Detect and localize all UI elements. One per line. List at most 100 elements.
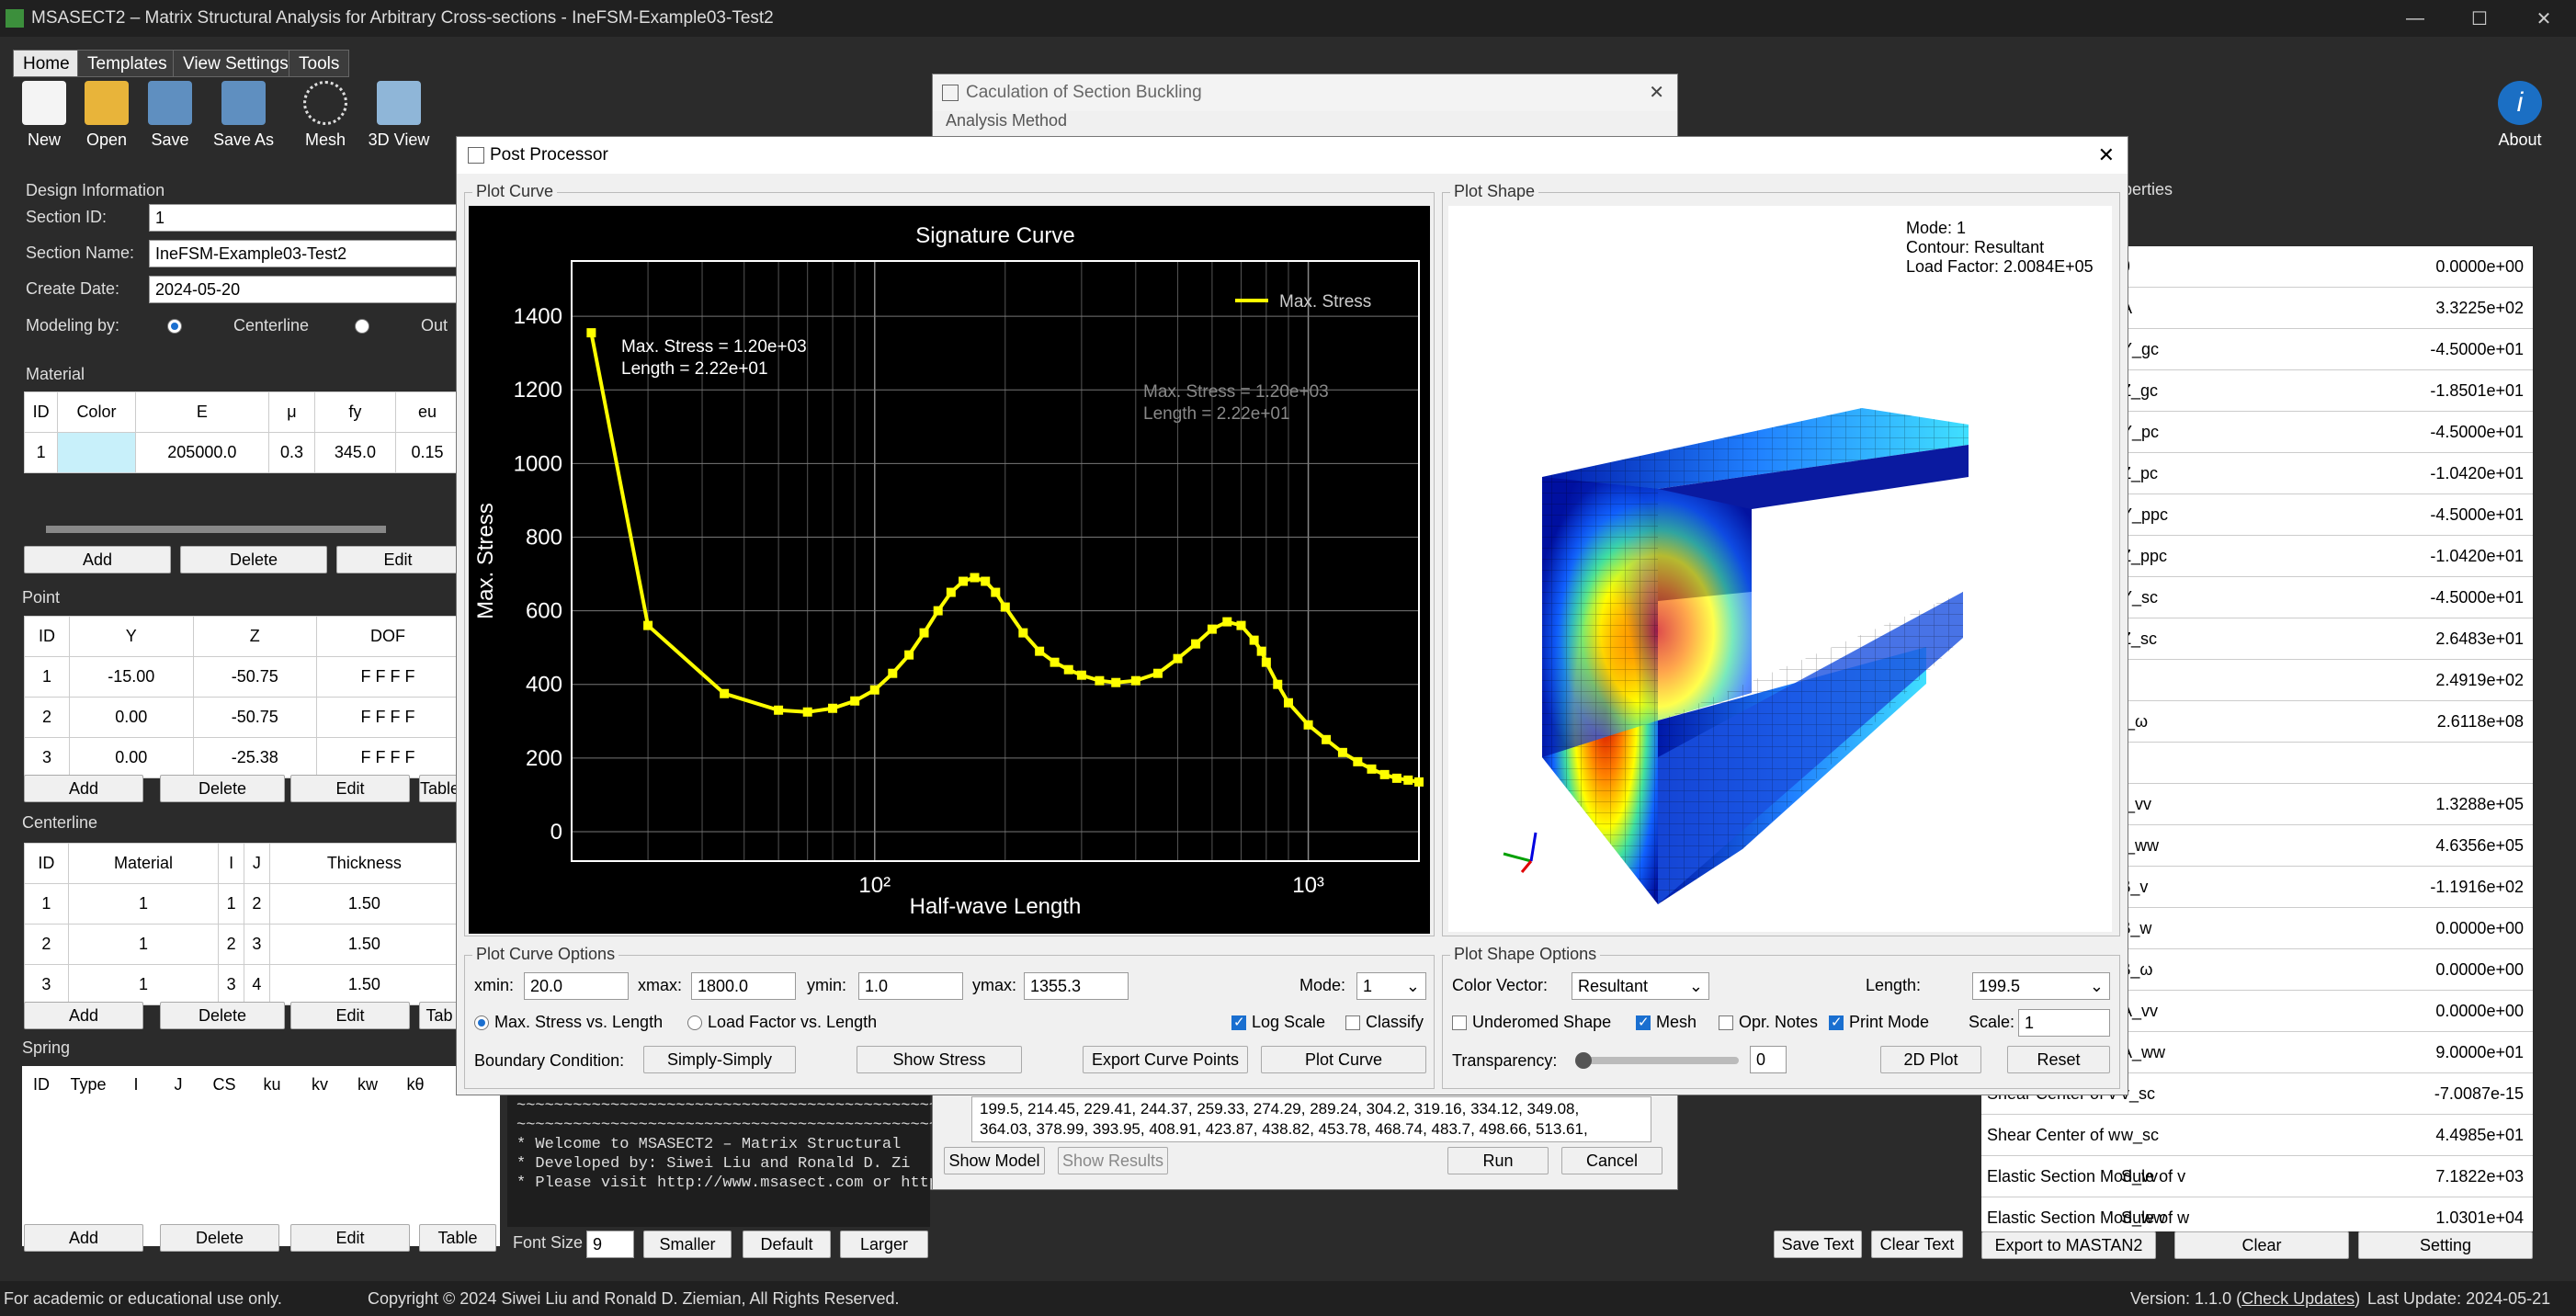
- classify-checkbox[interactable]: Classify: [1345, 1013, 1424, 1032]
- shape-options-title: Plot Shape Options: [1450, 945, 1601, 964]
- centerline-edit-button[interactable]: Edit: [290, 1002, 410, 1029]
- reset-button[interactable]: Reset: [2007, 1046, 2110, 1073]
- table-row[interactable]: 3 1 3 4 1.50: [24, 964, 460, 1005]
- close-icon[interactable]: ✕: [1649, 74, 1664, 111]
- axis-z: [1529, 832, 1538, 862]
- transparency-slider[interactable]: [1575, 1052, 1739, 1069]
- spring-edit-button[interactable]: Edit: [290, 1224, 410, 1252]
- create-date-field[interactable]: 2024-05-20: [149, 276, 460, 303]
- default-button[interactable]: Default: [743, 1231, 831, 1258]
- mode-select[interactable]: 1 ⌄: [1356, 972, 1426, 1000]
- section-id-field[interactable]: 1: [149, 204, 460, 232]
- font-size-field[interactable]: 9: [586, 1231, 634, 1258]
- mesh-button[interactable]: Mesh: [289, 81, 362, 150]
- centerline-table-button[interactable]: Tab: [419, 1002, 460, 1029]
- ymin-field[interactable]: 1.0: [858, 972, 963, 1000]
- slider-handle[interactable]: [1575, 1052, 1592, 1069]
- check-updates-link[interactable]: Check Updates: [2241, 1289, 2355, 1308]
- close-icon[interactable]: ✕: [2098, 137, 2115, 174]
- setting-button[interactable]: Setting: [2358, 1231, 2533, 1259]
- export-mastan2-button[interactable]: Export to MASTAN2: [1981, 1231, 2156, 1259]
- tab-templates[interactable]: Templates: [77, 50, 177, 77]
- table-row[interactable]: 2 1 2 3 1.50: [24, 924, 460, 965]
- property-row: Elastic Section Module of w S_ww 1.0301e+0…: [1981, 1197, 2533, 1231]
- lengths-list[interactable]: 199.5, 214.45, 229.41, 244.37, 259.33, 2…: [971, 1096, 1651, 1142]
- centerline-delete-button[interactable]: Delete: [160, 1002, 285, 1029]
- tab-home[interactable]: Home: [13, 50, 80, 77]
- point-add-button[interactable]: Add: [24, 775, 143, 802]
- spring-table-button[interactable]: Table: [419, 1224, 496, 1252]
- y-tick-label: 1400: [514, 304, 562, 329]
- scale-field[interactable]: 1: [2018, 1009, 2110, 1037]
- material-title: Material: [26, 365, 85, 383]
- material-edit-button[interactable]: Edit: [336, 546, 460, 573]
- centerline-radio[interactable]: Centerline: [167, 316, 309, 335]
- print-mode-checkbox[interactable]: Print Mode: [1829, 1013, 1929, 1032]
- centerline-panel: Centerline ID Material I J Thickness 1 1 1 2 1.5…: [9, 813, 460, 1034]
- y-tick-label: 1000: [514, 451, 562, 476]
- horizontal-scrollbar[interactable]: [46, 526, 386, 533]
- table-row[interactable]: 2 0.00 -50.75 F F F F: [23, 697, 460, 738]
- export-curve-points-button[interactable]: Export Curve Points: [1083, 1046, 1248, 1073]
- cancel-button[interactable]: Cancel: [1561, 1147, 1662, 1174]
- centerline-add-button[interactable]: Add: [24, 1002, 143, 1029]
- spring-add-button[interactable]: Add: [24, 1224, 143, 1252]
- xmin-field[interactable]: 20.0: [524, 972, 629, 1000]
- data-point: [1076, 670, 1086, 680]
- 3d-view-button[interactable]: 3D View: [362, 81, 436, 150]
- table-row[interactable]: 3 0.00 -25.38 F F F F: [23, 737, 460, 778]
- material-add-button[interactable]: Add: [24, 546, 171, 573]
- length-select[interactable]: 199.5 ⌄: [1972, 972, 2110, 1000]
- show-model-button[interactable]: Show Model: [944, 1147, 1045, 1174]
- color-swatch[interactable]: [57, 432, 136, 473]
- smaller-button[interactable]: Smaller: [643, 1231, 732, 1258]
- shape-view[interactable]: Mode: 1 Contour: Resultant Load Factor: …: [1448, 206, 2112, 932]
- point-table-button[interactable]: Table: [419, 775, 460, 802]
- opr-notes-checkbox[interactable]: Opr. Notes: [1719, 1013, 1818, 1032]
- 2d-plot-button[interactable]: 2D Plot: [1880, 1046, 1981, 1073]
- plot-curve-button[interactable]: Plot Curve: [1261, 1046, 1426, 1073]
- color-vector-select[interactable]: Resultant ⌄: [1572, 972, 1709, 1000]
- centerline-table: ID Material I J Thickness 1 1 1 2 1.50 2 1 2 3 1.50 …: [24, 843, 460, 1005]
- ymax-field[interactable]: 1355.3: [1024, 972, 1129, 1000]
- larger-button[interactable]: Larger: [840, 1231, 928, 1258]
- mesh-checkbox[interactable]: Mesh: [1636, 1013, 1697, 1032]
- table-row[interactable]: 1 1 1 2 1.50: [24, 883, 460, 925]
- transparency-label: Transparency:: [1452, 1051, 1558, 1070]
- save-button[interactable]: Save: [133, 81, 207, 150]
- clear-button[interactable]: Clear: [2174, 1231, 2349, 1259]
- undeformed-checkbox[interactable]: Underomed Shape: [1452, 1013, 1611, 1032]
- tab-tools[interactable]: Tools: [289, 50, 350, 77]
- material-delete-button[interactable]: Delete: [180, 546, 327, 573]
- about-button[interactable]: i About: [2483, 81, 2557, 150]
- close-icon[interactable]: ✕: [2512, 7, 2576, 30]
- spring-delete-button[interactable]: Delete: [160, 1224, 279, 1252]
- point-delete-button[interactable]: Delete: [160, 775, 285, 802]
- maximize-icon[interactable]: ☐: [2447, 7, 2512, 30]
- run-button[interactable]: Run: [1447, 1147, 1549, 1174]
- table-row[interactable]: 1 -15.00 -50.75 F F F F: [23, 656, 460, 698]
- outline-radio[interactable]: Out: [355, 316, 448, 335]
- transparency-field[interactable]: 0: [1750, 1046, 1787, 1073]
- section-name-field[interactable]: IneFSM-Example03-Test2: [149, 240, 460, 267]
- show-stress-button[interactable]: Show Stress: [857, 1046, 1022, 1073]
- point-edit-button[interactable]: Edit: [290, 775, 410, 802]
- cell: 3: [218, 964, 244, 1005]
- stress-vs-length-radio[interactable]: Max. Stress vs. Length: [474, 1013, 663, 1032]
- xmax-field[interactable]: 1800.0: [691, 972, 796, 1000]
- table-row[interactable]: 1 205000.0 0.3 345.0 0.15: [23, 432, 460, 473]
- open-button[interactable]: Open: [70, 81, 143, 150]
- load-vs-length-radio[interactable]: Load Factor vs. Length: [687, 1013, 877, 1032]
- save-text-button[interactable]: Save Text: [1774, 1231, 1862, 1258]
- log-scale-checkbox[interactable]: Log Scale: [1231, 1013, 1325, 1032]
- minimize-icon[interactable]: —: [2383, 8, 2447, 29]
- signature-curve-chart[interactable]: 0 200 400 600 800 1000 1200 1400 10² 10³ Signature…: [469, 206, 1430, 934]
- tab-view-settings[interactable]: View Settings: [173, 50, 299, 77]
- col-thickness: Thickness: [268, 843, 460, 884]
- cell: 2: [218, 924, 244, 965]
- checkbox-icon: [1231, 1014, 1246, 1031]
- clear-text-button[interactable]: Clear Text: [1871, 1231, 1963, 1258]
- save-as-button[interactable]: Save As: [207, 81, 280, 150]
- show-results-button[interactable]: Show Results: [1058, 1147, 1168, 1174]
- boundary-button[interactable]: Simply-Simply: [643, 1046, 796, 1073]
